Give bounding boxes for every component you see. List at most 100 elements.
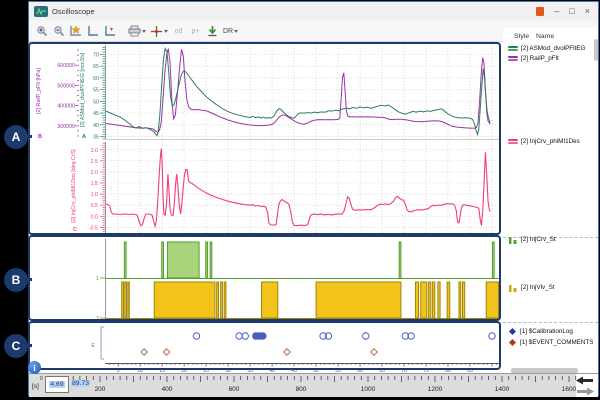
time-origin-label: 0 <box>40 376 43 382</box>
fit-view-button[interactable] <box>69 24 82 39</box>
legend-item--2-injcrv-phimi1des[interactable]: [2] InjCrv_phiMI1Des <box>508 137 580 146</box>
svg-text:70: 70 <box>93 52 99 58</box>
line-style-icon <box>508 139 518 145</box>
svg-text:[2] RailP_pFlt [hPa]: [2] RailP_pFlt [hPa] <box>36 68 42 114</box>
legend-header-style[interactable]: Style <box>514 33 529 40</box>
legend-item-label: [2] InjCrv_phiMI1Des <box>521 138 580 145</box>
oscilloscope-app-icon <box>34 6 48 17</box>
legend-item-label: [2] ASMod_dvolPFltEG <box>521 45 585 52</box>
export-button[interactable] <box>206 24 219 39</box>
axis-button[interactable] <box>86 24 99 39</box>
step-style-icon <box>508 283 518 293</box>
legend-vertical-scrollbar[interactable] <box>594 39 598 61</box>
annotation-badge-b: B <box>4 268 28 292</box>
line-style-icon <box>508 46 518 52</box>
window-controls: – □ × <box>536 7 593 16</box>
svg-text:[2] ASMod_dvolPFltEG [mm3/s]: [2] ASMod_dvolPFltEG [mm3/s] <box>80 52 86 127</box>
minimize-button[interactable]: – <box>554 7 559 16</box>
line-style-icon <box>508 56 518 62</box>
legend-header-name[interactable]: Name <box>536 33 554 40</box>
step-style-icon <box>508 235 518 245</box>
svg-text:2: 2 <box>96 316 99 322</box>
svg-text:1.0: 1.0 <box>91 192 98 198</box>
diamond-style-icon <box>509 328 516 335</box>
analog-chart-injection-angle[interactable] <box>105 142 499 234</box>
svg-text:800: 800 <box>296 386 307 393</box>
dr-menu-label: DR <box>223 28 233 35</box>
legend-item-label: [2] InjVlv_St <box>521 284 555 291</box>
cursor-caret-icon <box>164 30 168 33</box>
dr-menu-button[interactable]: DR <box>223 24 238 39</box>
zoom-out-button[interactable] <box>52 24 65 39</box>
selection-start-value: 4.69 <box>49 381 64 388</box>
measure-cursor-button[interactable] <box>150 24 168 39</box>
time-selection-box[interactable]: 4.69 <box>45 376 69 393</box>
svg-text:A: A <box>82 134 86 140</box>
maximize-button[interactable]: □ <box>569 7 574 16</box>
legend-item--2-asmod-dvolpflteg[interactable]: [2] ASMod_dvolPFltEG <box>508 44 585 53</box>
svg-text:1000: 1000 <box>361 386 376 393</box>
legend-item-label: [2] InjCrv_St <box>521 236 556 243</box>
svg-text:1: 1 <box>96 276 99 282</box>
legend-item-label: [2] RailP_pFlt <box>521 55 559 62</box>
legend-item--1-event-comments[interactable]: [1] $EVENT_COMMENTS <box>508 338 593 347</box>
zoom-in-button[interactable] <box>35 24 48 39</box>
screenshot-root: Oscilloscope – □ × <box>0 0 600 400</box>
selection-end-value: 89.73 <box>71 380 90 387</box>
event-chart[interactable] <box>105 323 499 363</box>
axis-dropdown-button[interactable] <box>103 24 116 39</box>
window-title: Oscilloscope <box>52 7 95 16</box>
time-navigation-bar[interactable]: 2004006008001000120014001600 [s] 0 4.69 … <box>29 373 598 397</box>
svg-text:300000: 300000 <box>57 124 75 130</box>
time-unit-label: [s] <box>32 383 39 390</box>
digital-chart-injection-states[interactable] <box>105 239 499 321</box>
svg-text:55: 55 <box>93 88 99 94</box>
legend-item--2-railp-pflt[interactable]: [2] RailP_pFlt <box>508 54 559 63</box>
analog-chart-pressure[interactable] <box>105 45 499 140</box>
svg-text:1400: 1400 <box>495 386 510 393</box>
titlebar[interactable]: Oscilloscope – □ × <box>29 2 598 21</box>
diamond-style-icon <box>509 339 516 346</box>
time-ruler[interactable]: 2004006008001000120014001600 <box>29 374 599 397</box>
print-button[interactable] <box>128 24 146 39</box>
annotation-badge-a: A <box>4 125 28 149</box>
legend-item--2-injvlv-st[interactable]: [2] InjVlv_St <box>508 283 555 292</box>
svg-text:400: 400 <box>162 386 173 393</box>
svg-text:400000: 400000 <box>57 104 75 110</box>
signal-legend-panel: Style Name [2] ASMod_dvolPFltEG [2] RailP… <box>503 28 598 373</box>
svg-text:0.0: 0.0 <box>91 214 98 220</box>
svg-text:0.5: 0.5 <box>91 203 98 209</box>
svg-text:-0.5: -0.5 <box>89 225 98 231</box>
y-axes-column: [2] RailP_pFlt [hPa]B3000004000005000006… <box>29 45 105 365</box>
panel-separator <box>503 322 598 323</box>
close-button[interactable]: × <box>585 7 590 16</box>
legend-item--1-calibrationlog[interactable]: [1] $CalibrationLog <box>508 327 573 336</box>
svg-text:200: 200 <box>95 386 106 393</box>
annotation-badge-c: C <box>4 334 28 358</box>
svg-text:E: E <box>91 343 95 349</box>
delta-point-button[interactable]: p+ <box>189 24 202 39</box>
svg-text:45: 45 <box>93 111 99 117</box>
legend-item--2-injcrv-st[interactable]: [2] InjCrv_St <box>508 235 556 244</box>
print-caret-icon <box>142 30 146 33</box>
svg-text:600: 600 <box>229 386 240 393</box>
step-back-icon <box>576 377 593 385</box>
svg-text:2.0: 2.0 <box>91 170 98 176</box>
svg-text:[2] InjCrv_phiMI1Des [deg CrS]: [2] InjCrv_phiMI1Des [deg CrS] <box>71 149 77 223</box>
svg-text:40: 40 <box>93 123 99 129</box>
svg-text:600000: 600000 <box>57 63 75 69</box>
svg-text:35: 35 <box>93 134 99 140</box>
svg-text:500000: 500000 <box>57 83 75 89</box>
oscilloscope-window: Oscilloscope – □ × <box>28 1 599 396</box>
legend-item-label: [1] $CalibrationLog <box>520 328 573 335</box>
svg-text:1200: 1200 <box>428 386 443 393</box>
time-step-arrows[interactable] <box>574 375 596 397</box>
app-badge-icon <box>536 7 544 16</box>
svg-text:3.0: 3.0 <box>91 148 98 154</box>
svg-text:65: 65 <box>93 64 99 70</box>
info-icon: i <box>28 361 41 374</box>
svg-text:2.5: 2.5 <box>91 159 98 165</box>
delta-value-button[interactable]: od <box>172 24 185 39</box>
svg-text:60: 60 <box>93 76 99 82</box>
svg-text:50: 50 <box>93 99 99 105</box>
